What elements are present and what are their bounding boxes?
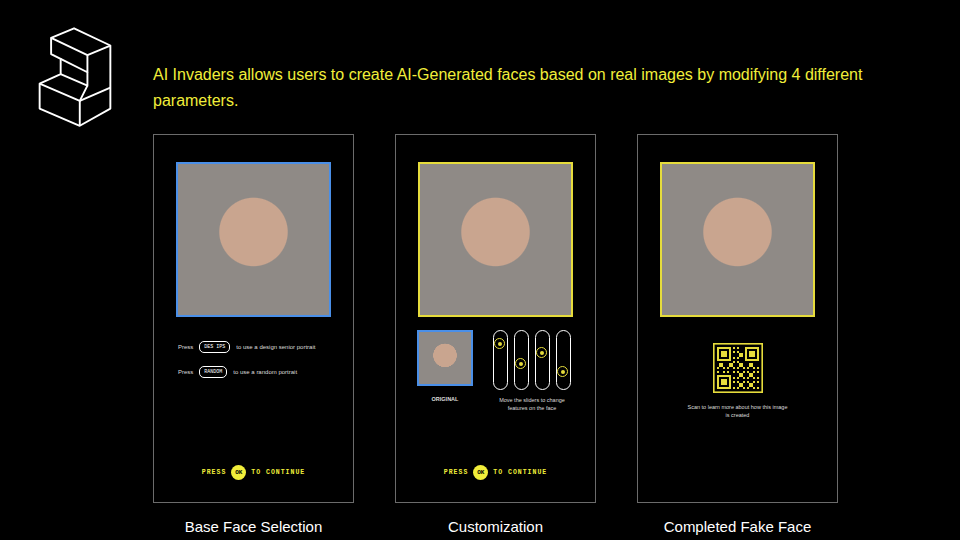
screen-column: Scan to learn more about how this image … <box>637 134 838 535</box>
slide: AI Invaders allows users to create AI-Ge… <box>0 0 960 540</box>
content: AI Invaders allows users to create AI-Ge… <box>153 0 960 540</box>
continue-after: TO CONTINUE <box>493 469 547 476</box>
slider-track[interactable] <box>514 330 529 390</box>
ok-button[interactable]: OK <box>473 465 488 480</box>
screen-column: Press DES IPS to use a design senior portr… <box>153 134 354 535</box>
screen-column: ORIGINAL Move the sliders to change featu… <box>395 134 596 535</box>
qr-block: Scan to learn more about how this image … <box>688 343 788 419</box>
option-prefix: Press <box>178 369 193 375</box>
slider-column: Move the sliders to change features on t… <box>490 330 574 412</box>
continue-after: TO CONTINUE <box>251 469 305 476</box>
photo-placeholder <box>419 332 471 384</box>
phone-screen: ORIGINAL Move the sliders to change featu… <box>395 134 596 503</box>
arcade-cabinet-icon <box>32 24 118 132</box>
ok-button[interactable]: OK <box>231 465 246 480</box>
option-list: Press DES IPS to use a design senior portr… <box>178 341 315 378</box>
screen-caption: Base Face Selection <box>185 518 323 535</box>
photo-placeholder <box>420 164 571 315</box>
continue-before: PRESS <box>202 469 227 476</box>
phone-screen: Scan to learn more about how this image … <box>637 134 838 503</box>
knob-dot <box>498 342 502 346</box>
slider-knob[interactable] <box>557 366 568 377</box>
knob-dot <box>561 370 565 374</box>
customize-row: ORIGINAL Move the sliders to change featu… <box>417 330 574 412</box>
option-text: to use a design senior portrait <box>236 344 315 350</box>
slider-hint: Move the sliders to change features on t… <box>490 396 574 412</box>
key-button[interactable]: RANDOM <box>199 366 227 378</box>
slider-knob[interactable] <box>494 338 505 349</box>
face-photo <box>418 162 573 317</box>
photo-placeholder <box>178 164 329 315</box>
screen-caption: Customization <box>448 518 543 535</box>
slider-track[interactable] <box>493 330 508 390</box>
heading: AI Invaders allows users to create AI-Ge… <box>153 62 938 114</box>
continue-prompt: PRESS OK TO CONTINUE <box>202 465 305 480</box>
slider-knob[interactable] <box>536 347 547 358</box>
option-text: to use a random portrait <box>233 369 297 375</box>
continue-prompt: PRESS OK TO CONTINUE <box>444 465 547 480</box>
face-photo <box>176 162 331 317</box>
photo-placeholder <box>662 164 813 315</box>
option-row: Press RANDOM to use a random portrait <box>178 366 315 378</box>
screen-caption: Completed Fake Face <box>664 518 812 535</box>
screens-row: Press DES IPS to use a design senior portr… <box>153 134 960 535</box>
thumbnail-label: ORIGINAL <box>432 396 459 402</box>
qr-code-icon[interactable] <box>713 343 763 393</box>
option-row: Press DES IPS to use a design senior portr… <box>178 341 315 353</box>
continue-before: PRESS <box>444 469 469 476</box>
knob-dot <box>519 362 523 366</box>
knob-dot <box>540 351 544 355</box>
key-button[interactable]: DES IPS <box>199 341 230 353</box>
icon-column <box>0 0 153 540</box>
phone-screen: Press DES IPS to use a design senior portr… <box>153 134 354 503</box>
slider-track[interactable] <box>535 330 550 390</box>
slider-knob[interactable] <box>515 358 526 369</box>
qr-hint: Scan to learn more about how this image … <box>688 403 788 419</box>
slider-track[interactable] <box>556 330 571 390</box>
slider-group <box>493 330 571 390</box>
thumbnail-column: ORIGINAL <box>417 330 473 412</box>
option-prefix: Press <box>178 344 193 350</box>
face-photo <box>660 162 815 317</box>
original-thumbnail <box>417 330 473 386</box>
